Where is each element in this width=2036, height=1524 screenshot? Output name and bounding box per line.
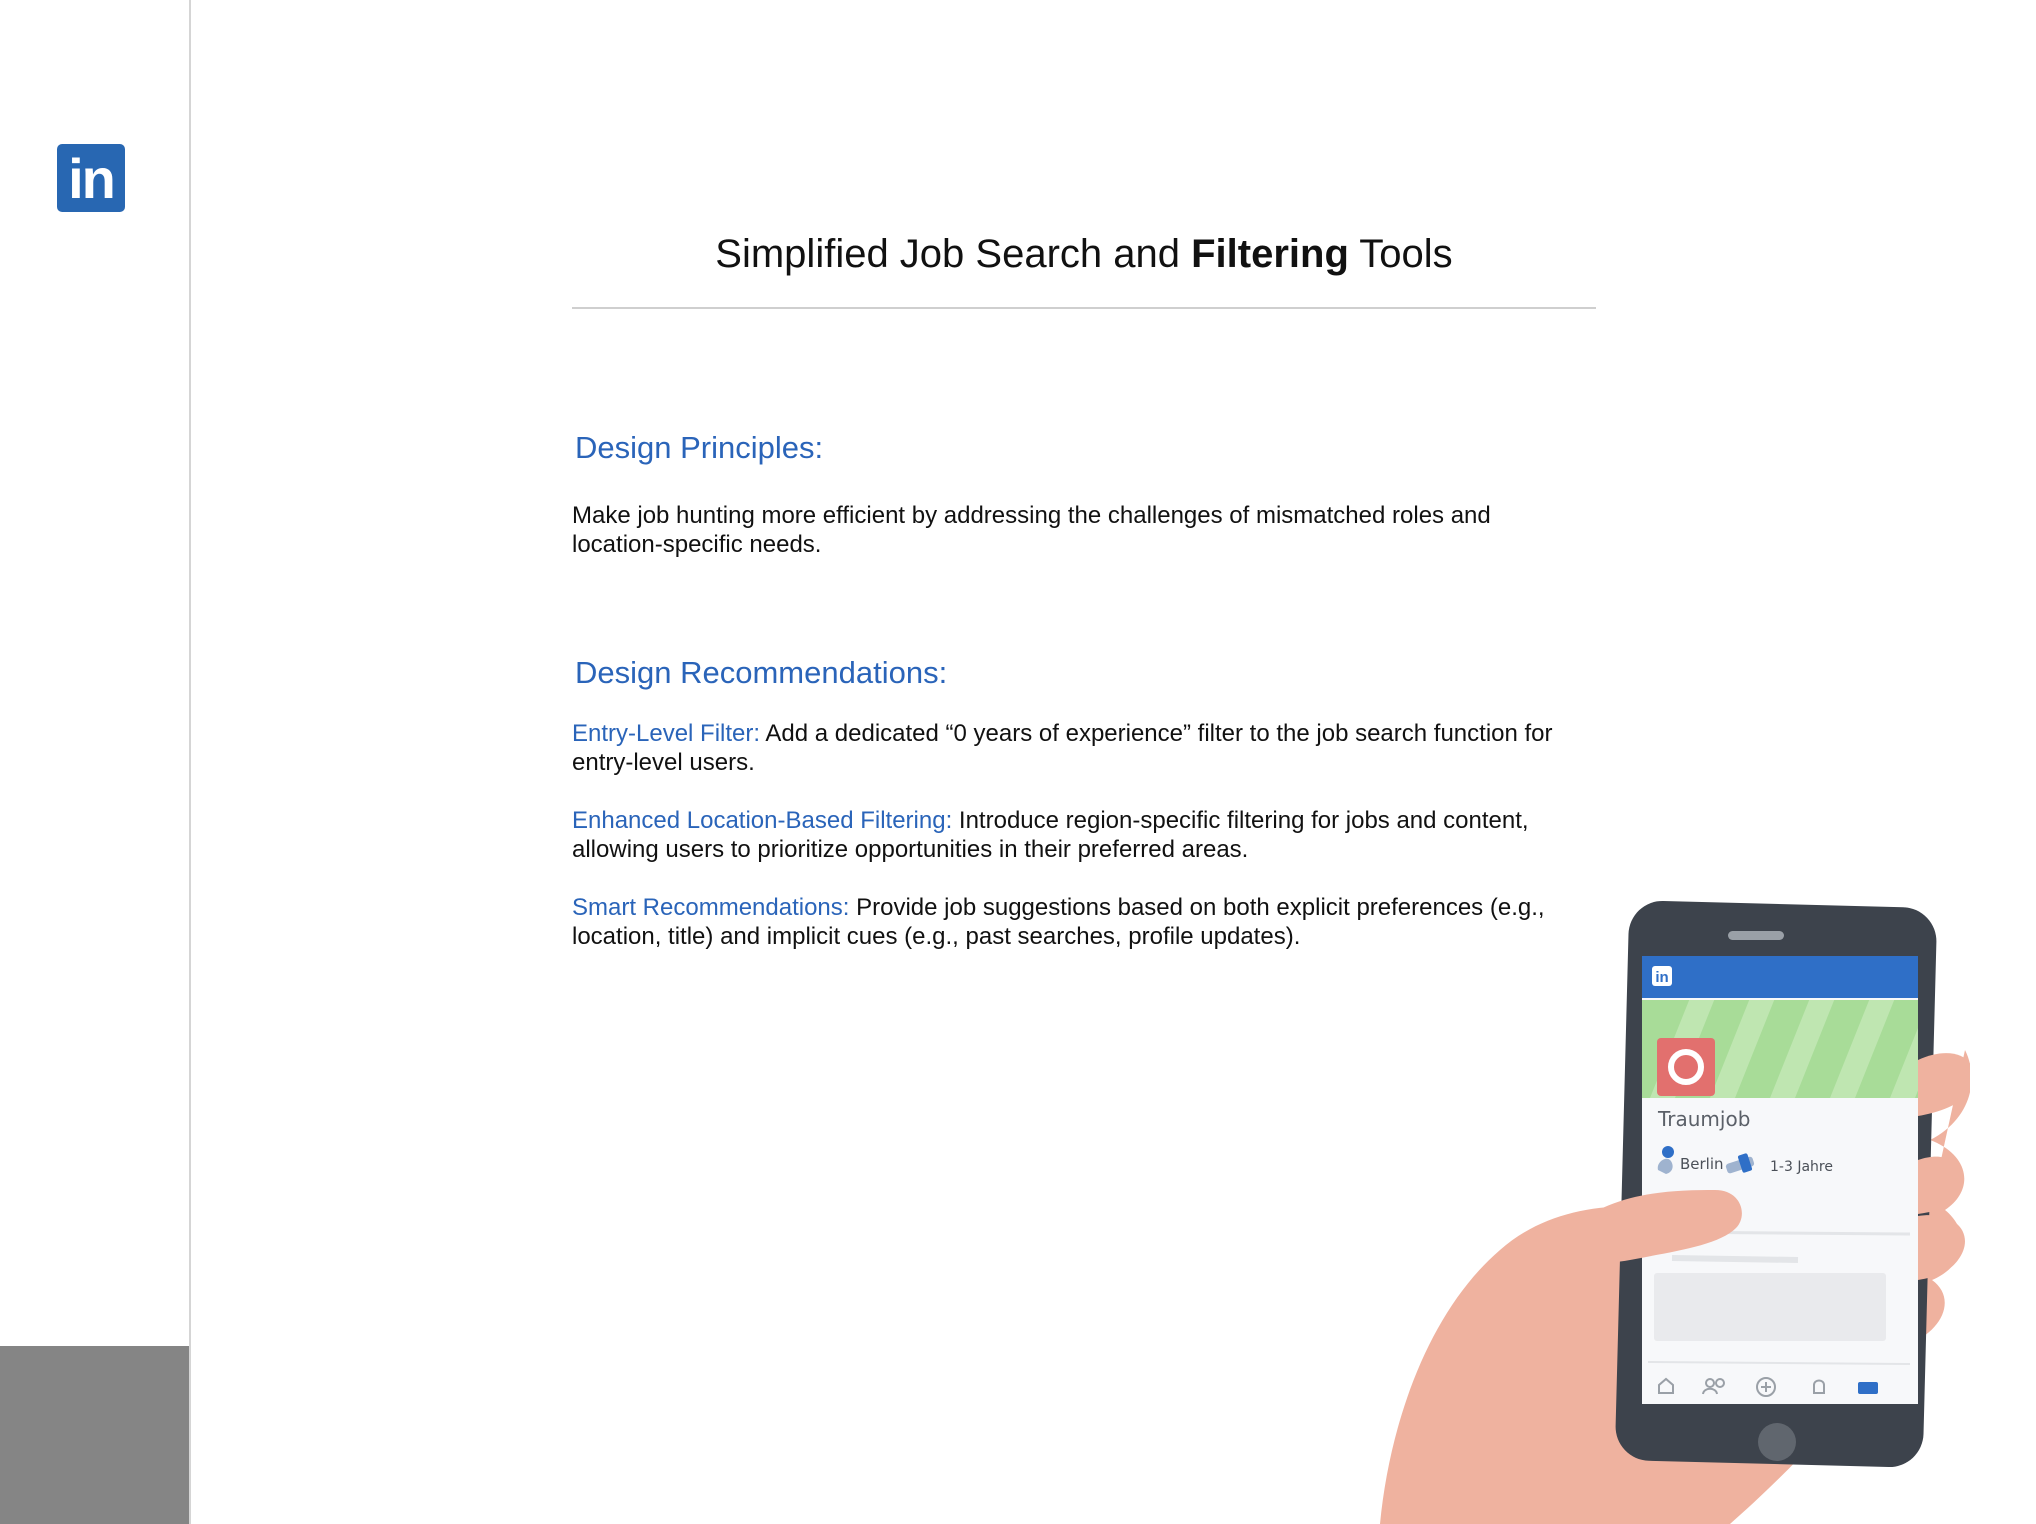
placeholder-line — [1671, 1255, 1799, 1263]
recommendation-label: Enhanced Location-Based Filtering: — [572, 807, 953, 834]
job-title: Traumjob — [1657, 1107, 1750, 1131]
title-part-1: Simplified Job Search and — [715, 232, 1192, 276]
app-bar — [1642, 956, 1918, 998]
app-logo-text: in — [1655, 969, 1668, 986]
design-principles-text: Make job hunting more efficient by addre… — [572, 502, 1491, 558]
linkedin-logo-text: in — [68, 147, 116, 210]
job-experience: 1-3 Jahre — [1770, 1159, 1833, 1175]
phone-in-hand-illustration: in Traumjob Berlin 1-3 Jahre — [1380, 900, 1970, 1524]
placeholder-card — [1654, 1273, 1886, 1341]
phone-speaker — [1728, 931, 1784, 940]
design-principles-heading: Design Principles: — [575, 430, 824, 465]
recommendation-label: Smart Recommendations: — [572, 894, 850, 921]
page-title: Simplified Job Search and Filtering Tool… — [572, 232, 1596, 277]
location-pin-icon — [1662, 1146, 1674, 1158]
sidebar: in — [0, 0, 191, 1524]
title-divider — [572, 307, 1596, 309]
slide: in Simplified Job Search and Filtering T… — [0, 0, 2036, 1524]
company-logo — [1657, 1038, 1715, 1096]
sidebar-bottom-block — [0, 1346, 189, 1524]
jobs-icon — [1858, 1382, 1878, 1394]
finger-shape — [1918, 1156, 1963, 1214]
recommendation-location-filtering: Enhanced Location-Based Filtering: Intro… — [572, 806, 1582, 864]
design-recommendations-heading: Design Recommendations: — [575, 655, 948, 690]
linkedin-logo: in — [57, 144, 125, 212]
title-bold-word: Filtering — [1191, 232, 1349, 276]
title-part-2: Tools — [1348, 232, 1453, 276]
finger-shape — [1918, 1215, 1965, 1280]
recommendation-label: Entry-Level Filter: — [572, 720, 761, 747]
job-location: Berlin — [1680, 1155, 1724, 1173]
recommendation-entry-level: Entry-Level Filter: Add a dedicated “0 y… — [572, 719, 1582, 777]
phone-home-button — [1758, 1423, 1796, 1461]
